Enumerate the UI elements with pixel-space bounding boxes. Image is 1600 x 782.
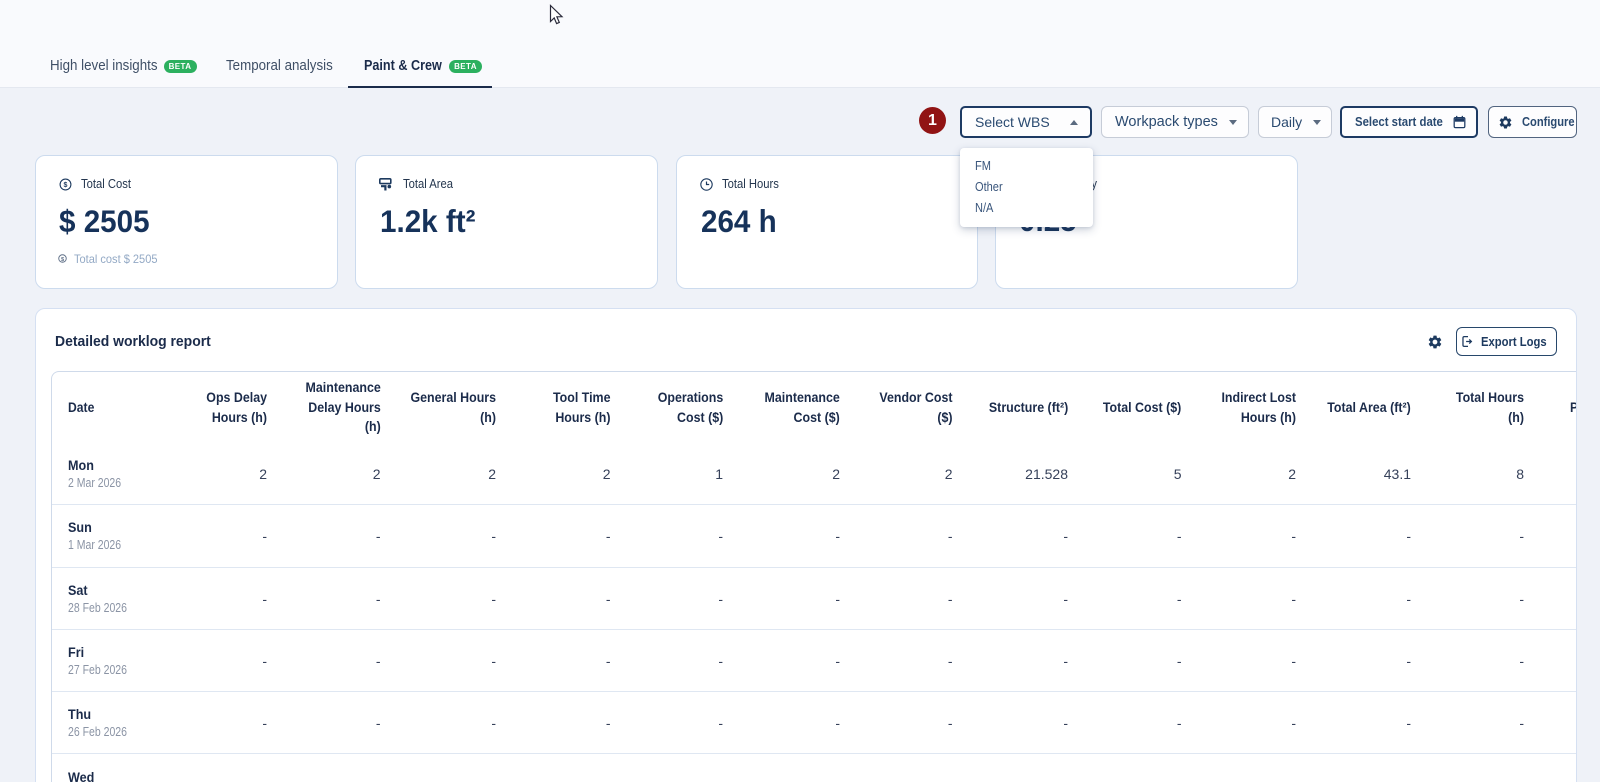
svg-text:$: $ (64, 182, 68, 189)
